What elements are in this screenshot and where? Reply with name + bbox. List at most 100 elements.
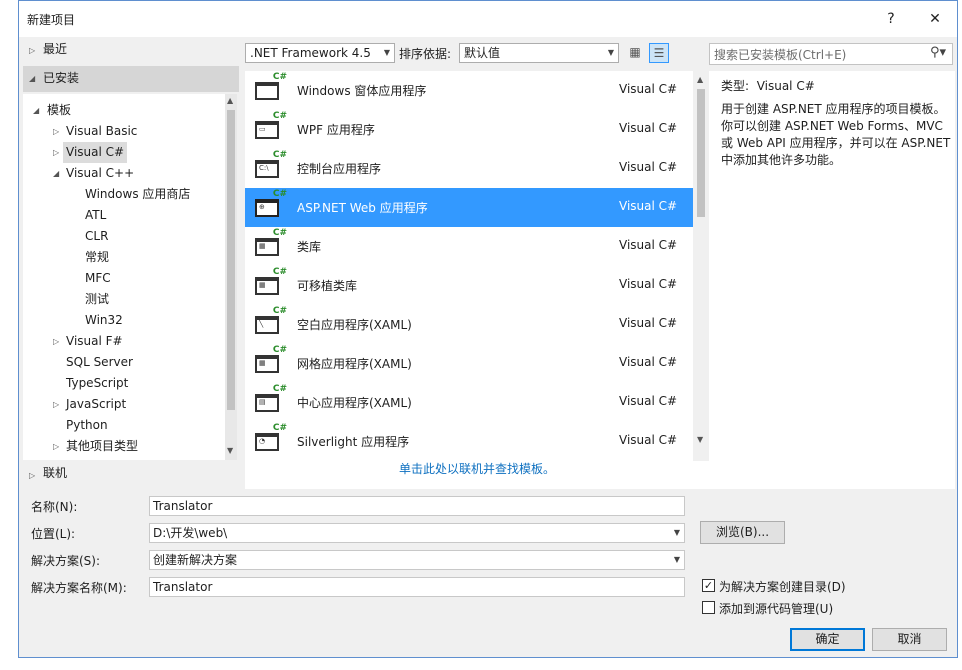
tree-item-sql-server[interactable]: SQL Server [66, 352, 133, 373]
tree-item-clr[interactable]: CLR [85, 226, 108, 247]
tree-item-templates[interactable]: 模板 [47, 100, 71, 121]
template-list-scrollbar[interactable]: ▲ ▼ [693, 71, 709, 461]
expand-arrow-icon[interactable]: ▷ [53, 337, 59, 346]
browse-button[interactable]: 浏览(B)... [700, 521, 785, 544]
tree-scroll-thumb[interactable] [227, 110, 235, 410]
scroll-up-icon[interactable]: ▲ [697, 75, 703, 84]
solution-name-label: 解决方案名称(M): [31, 581, 127, 595]
template-name: Silverlight 应用程序 [297, 435, 410, 449]
expand-arrow-icon[interactable]: ▷ [53, 148, 59, 157]
chevron-down-icon: ▼ [607, 48, 614, 57]
solution-select[interactable]: 创建新解决方案 ▼ [149, 550, 685, 570]
framework-value: .NET Framework 4.5 [250, 46, 371, 60]
list-view-button[interactable]: ☰ [649, 43, 669, 63]
blank-app-icon: ╲ C# [255, 306, 287, 336]
class-library-icon: ▦ C# [255, 228, 287, 258]
collapse-arrow-icon[interactable]: ◢ [29, 74, 35, 83]
tree-item-visual-fsharp[interactable]: Visual F# [66, 331, 123, 352]
template-item[interactable]: C# Windows 窗体应用程序 Visual C# [245, 71, 693, 110]
solution-value: 创建新解决方案 [153, 553, 238, 567]
solution-name-field[interactable]: Translator [149, 577, 685, 597]
template-name: 空白应用程序(XAML) [297, 318, 412, 332]
type-line: 类型: Visual C# [721, 77, 815, 94]
search-input[interactable]: 搜索已安装模板(Ctrl+E) [714, 46, 846, 63]
help-button[interactable]: ? [877, 7, 905, 31]
expand-arrow-icon[interactable]: ▷ [29, 471, 35, 480]
template-item[interactable]: ▦ C# 可移植类库 Visual C# [245, 266, 693, 305]
tree-item-python[interactable]: Python [66, 415, 108, 436]
search-icon[interactable]: ⚲▾ [930, 45, 946, 60]
wpf-app-icon: ▭ C# [255, 111, 287, 141]
chevron-down-icon: ▼ [673, 528, 680, 537]
title-bar: 新建项目 ? ✕ [19, 1, 957, 37]
tree-item-visual-cpp[interactable]: Visual C++ [66, 163, 134, 184]
tree-item-test[interactable]: 测试 [85, 289, 109, 310]
template-language: Visual C# [619, 82, 678, 96]
scroll-up-icon[interactable]: ▲ [227, 96, 233, 105]
solution-label: 解决方案(S): [31, 554, 101, 568]
list-scroll-thumb[interactable] [697, 89, 705, 217]
template-language: Visual C# [619, 433, 678, 447]
template-language: Visual C# [619, 160, 678, 174]
create-directory-checkbox[interactable]: ✓ [702, 579, 715, 592]
scroll-down-icon[interactable]: ▼ [227, 446, 233, 455]
tree-item-other-types[interactable]: 其他项目类型 [66, 436, 138, 457]
collapse-arrow-icon[interactable]: ◢ [53, 169, 59, 178]
source-control-checkbox[interactable] [702, 601, 715, 614]
template-item[interactable]: ◔ C# Silverlight 应用程序 Visual C# [245, 422, 693, 461]
online-label: 联机 [43, 466, 68, 480]
ok-button[interactable]: 确定 [790, 628, 865, 651]
tree-scrollbar[interactable]: ▲ ▼ [225, 94, 237, 460]
cancel-button[interactable]: 取消 [872, 628, 947, 651]
template-language: Visual C# [619, 199, 678, 213]
tree-item-atl[interactable]: ATL [85, 205, 106, 226]
silverlight-app-icon: ◔ C# [255, 423, 287, 453]
template-name: 类库 [297, 240, 322, 254]
dialog-title: 新建项目 [27, 13, 76, 27]
location-label: 位置(L): [31, 527, 76, 541]
portable-library-icon: ▦ C# [255, 267, 287, 297]
template-name: 控制台应用程序 [297, 162, 382, 176]
template-item[interactable]: ▤ C# 中心应用程序(XAML) Visual C# [245, 383, 693, 422]
installed-node[interactable]: ◢ 已安装 [23, 66, 239, 92]
template-item[interactable]: ▭ C# WPF 应用程序 Visual C# [245, 110, 693, 149]
template-name: 可移植类库 [297, 279, 358, 293]
template-name: 网格应用程序(XAML) [297, 357, 412, 371]
expand-arrow-icon[interactable]: ▷ [53, 127, 59, 136]
template-language: Visual C# [619, 316, 678, 330]
tree-item-general[interactable]: 常规 [85, 247, 109, 268]
template-item[interactable]: ╲ C# 空白应用程序(XAML) Visual C# [245, 305, 693, 344]
framework-select[interactable]: .NET Framework 4.5 ▼ [245, 43, 395, 63]
name-field[interactable]: Translator [149, 496, 685, 516]
online-link-text[interactable]: 单击此处以联机并查找模板。 [399, 461, 555, 477]
template-item[interactable]: C:\ C# 控制台应用程序 Visual C# [245, 149, 693, 188]
tree-item-visual-csharp[interactable]: Visual C# [63, 142, 128, 163]
template-language: Visual C# [619, 121, 678, 135]
template-language: Visual C# [619, 277, 678, 291]
tree-item-visual-basic[interactable]: Visual Basic [66, 121, 137, 142]
location-field[interactable]: D:\开发\web\ ▼ [149, 523, 685, 543]
name-value: Translator [153, 499, 213, 513]
template-item[interactable]: ▦ C# 类库 Visual C# [245, 227, 693, 266]
tree-item-win32[interactable]: Win32 [85, 310, 123, 331]
tree-item-typescript[interactable]: TypeScript [66, 373, 128, 394]
create-directory-label: 为解决方案创建目录(D) [719, 580, 846, 594]
sort-select[interactable]: 默认值 ▼ [459, 43, 619, 63]
close-button[interactable]: ✕ [921, 7, 949, 31]
collapse-arrow-icon[interactable]: ◢ [33, 106, 39, 115]
location-value: D:\开发\web\ [153, 526, 228, 540]
expand-arrow-icon[interactable]: ▷ [53, 442, 59, 451]
hub-app-icon: ▤ C# [255, 384, 287, 414]
find-online-templates-link[interactable]: 单击此处以联机并查找模板。 [245, 461, 709, 489]
tree-item-javascript[interactable]: JavaScript [66, 394, 126, 415]
scroll-down-icon[interactable]: ▼ [697, 435, 703, 444]
template-item[interactable]: ▦ C# 网格应用程序(XAML) Visual C# [245, 344, 693, 383]
template-item[interactable]: ⊕ C# ASP.NET Web 应用程序 Visual C# [245, 188, 693, 227]
expand-arrow-icon[interactable]: ▷ [29, 46, 35, 55]
small-icons-view-button[interactable]: ▦ [625, 43, 645, 63]
search-box[interactable]: 搜索已安装模板(Ctrl+E) ⚲▾ [709, 43, 953, 65]
tree-item-windows-store[interactable]: Windows 应用商店 [85, 184, 190, 205]
sort-value: 默认值 [464, 46, 501, 60]
tree-item-mfc[interactable]: MFC [85, 268, 111, 289]
expand-arrow-icon[interactable]: ▷ [53, 400, 59, 409]
